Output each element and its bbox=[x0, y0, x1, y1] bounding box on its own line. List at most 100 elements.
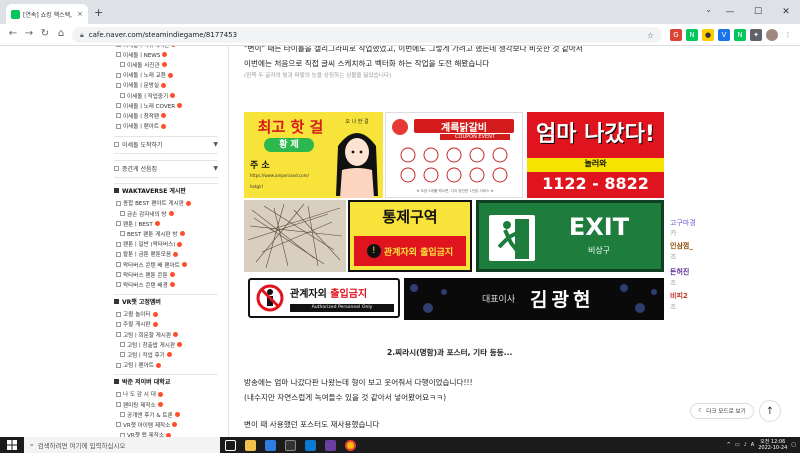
coupon-image[interactable]: 계륵닭갈비 COUPON EVENT ※ 도장 5개를 찍으면, 다지 맞인한 … bbox=[385, 112, 523, 198]
avatar[interactable] bbox=[766, 29, 778, 41]
clock[interactable]: 오전 12:06 2022-10-24 bbox=[758, 439, 787, 451]
extension-icon[interactable]: N bbox=[686, 29, 698, 41]
maximize-button[interactable]: ☐ bbox=[744, 0, 772, 24]
chat-user-name[interactable]: 조 bbox=[670, 278, 676, 288]
sidebar-menu-item[interactable]: 이세돌ㅣ팬아트 bbox=[116, 122, 216, 131]
new-badge-icon bbox=[167, 72, 173, 78]
sidebar-menu-item[interactable]: 왁타버스 팬툰 콘툰 bbox=[116, 270, 216, 279]
sidebar-menu-item[interactable]: 고텀ㅣ팬아트 bbox=[116, 361, 216, 370]
exit-sign[interactable]: EXIT 비상구 bbox=[476, 200, 664, 272]
tab-close-icon[interactable]: × bbox=[77, 10, 83, 18]
browser-tab-bar: [연속] 쇼킹 핵스렉, 타이틀 의자 ... × + ⌄ — ☐ ✕ bbox=[0, 0, 800, 24]
sidebar-menu-item[interactable]: 왁타버스 콘텐 배경 bbox=[116, 280, 216, 289]
sidebar-menu-item[interactable]: 왁타버스 콘텐 배 팬아트 bbox=[116, 260, 216, 269]
poster-title: 엄마 나갔다! bbox=[536, 122, 655, 147]
sidebar-menu-item[interactable]: 종합 BEST 팬아트 게시판 bbox=[116, 199, 216, 208]
reload-icon[interactable]: ↻ bbox=[38, 28, 52, 39]
windows-start-icon[interactable] bbox=[0, 437, 24, 453]
chat-user-name[interactable]: 인삼껌_ bbox=[670, 241, 693, 251]
chat-user-name[interactable]: 조 bbox=[670, 302, 676, 312]
scribble-image[interactable] bbox=[244, 200, 346, 272]
new-badge-icon bbox=[157, 391, 163, 397]
gear-icon bbox=[114, 166, 119, 172]
ime-icon[interactable]: A bbox=[751, 442, 754, 448]
file-explorer-icon[interactable] bbox=[240, 437, 260, 453]
tray-arrow-icon[interactable]: ^ bbox=[727, 442, 731, 448]
sidebar-menu-item[interactable]: BEST 팬툰 게시판 방 bbox=[120, 229, 220, 238]
bookmark-star-icon[interactable]: ☆ bbox=[647, 31, 654, 40]
sidebar-menu-item[interactable]: 이세돌ㅣ작업중기 bbox=[120, 91, 220, 100]
sidebar-menu-item[interactable]: VR챗 아이템 제작소 bbox=[116, 420, 216, 429]
vscode-icon[interactable] bbox=[300, 437, 320, 453]
puzzle-icon[interactable]: ✦ bbox=[750, 29, 762, 41]
sidebar-menu-item[interactable]: 이세돌ㅣ문방실 bbox=[116, 81, 216, 90]
sidebar-menu-item[interactable]: 이세돌ㅣ창작팬 bbox=[116, 111, 216, 120]
sidebar-menu-item[interactable]: 이세돌ㅣ노래 교환 bbox=[116, 71, 216, 80]
sidebar-menu-item[interactable]: 공개앤 후기 & 토론 bbox=[120, 410, 220, 419]
tab-search-icon[interactable]: ⌄ bbox=[705, 5, 712, 14]
sidebar-menu-item[interactable]: 고텀ㅣ작업 후기 bbox=[120, 350, 220, 359]
sidebar-menu-label: 고텀ㅣ팬아트 bbox=[123, 363, 154, 370]
app-icon[interactable] bbox=[280, 437, 300, 453]
home-icon[interactable]: ⌂ bbox=[54, 28, 68, 39]
sidebar-menu-item[interactable]: 고퀄 놀이터 bbox=[116, 310, 216, 319]
chat-user-name[interactable]: 조 bbox=[670, 252, 676, 262]
sidebar-menu-label: 왁타버스 콘텐 배경 bbox=[123, 282, 168, 289]
app-icon[interactable] bbox=[320, 437, 340, 453]
url-field[interactable]: 🔒︎ cafe.naver.com/steamindiegame/8177453… bbox=[72, 27, 662, 43]
scroll-top-button[interactable]: ↑ bbox=[759, 400, 781, 422]
section-bullet-icon bbox=[114, 378, 119, 384]
taskbar-search-placeholder: 검색하려면 여기에 입력하십시오 bbox=[37, 442, 126, 450]
dark-mode-button[interactable]: ☾ 다크 모드로 보기 bbox=[690, 403, 754, 419]
extension-icon[interactable]: N bbox=[734, 29, 746, 41]
sidebar-menu-item[interactable]: 팬미팅 제작소 bbox=[116, 400, 216, 409]
sidebar-menu-item[interactable]: 주펄 게시판 bbox=[116, 320, 216, 329]
sidebar-menu-item[interactable]: 고텀ㅣ창출밥 게시판 bbox=[120, 340, 220, 349]
forward-arrow-icon[interactable]: → bbox=[22, 28, 36, 39]
notification-icon[interactable]: ▢ bbox=[791, 442, 796, 448]
flyer-image-hot-girl[interactable]: 최고 핫 걸 황 제 오 나 한 걸 주 소 https://www.amper… bbox=[244, 112, 383, 198]
sidebar-menu-item[interactable]: 이세돌ㅣ노래 COVER bbox=[116, 101, 216, 110]
sidebar-fold-menu[interactable]: 증간게 선음집 ▼ bbox=[114, 159, 218, 178]
chat-user-name[interactable]: 돈허진 bbox=[670, 267, 689, 277]
sidebar-menu-item[interactable]: 이세돌ㅣNEWS bbox=[116, 50, 216, 59]
minimize-button[interactable]: — bbox=[716, 0, 744, 24]
sidebar-menu-item[interactable]: 나 도 감 시 대 bbox=[116, 390, 216, 399]
app-icon[interactable] bbox=[260, 437, 280, 453]
board-icon bbox=[120, 231, 125, 237]
task-view-icon[interactable] bbox=[220, 437, 240, 453]
volume-icon[interactable]: ♪ bbox=[744, 442, 747, 448]
chat-user-name[interactable]: 카 bbox=[670, 228, 676, 238]
sidebar-menu-item[interactable]: 이세돌ㅣ자유게시판 bbox=[116, 46, 216, 49]
new-badge-icon bbox=[181, 262, 187, 267]
board-icon bbox=[116, 221, 121, 227]
restricted-area-sign[interactable]: 통제구역 ! 관계자외 출입금지 bbox=[348, 200, 472, 272]
sidebar-menu-item[interactable]: 왈툰ㅣ금툰 팬툰모음 bbox=[116, 250, 216, 259]
sidebar-fold-menu[interactable]: 이세돌 도착하기 ▼ bbox=[114, 135, 218, 154]
back-arrow-icon[interactable]: ← bbox=[6, 28, 20, 39]
new-badge-icon bbox=[152, 321, 158, 327]
sidebar-menu-item[interactable]: 팬툰ㅣ일반 (왁타버스) bbox=[116, 240, 216, 249]
chrome-icon[interactable] bbox=[340, 437, 360, 453]
authorized-personnel-sign[interactable]: 관계자외 출입금지 Authorized Personnel Only bbox=[248, 278, 400, 318]
taskbar-search-field[interactable]: ⌕ 검색하려면 여기에 입력하십시오 bbox=[24, 437, 220, 453]
network-icon[interactable]: ▭ bbox=[735, 442, 740, 448]
image-caption: (왼쪽 두 글자의 빛과 파랗의 능을 상징하는 심볼을 닮았습니다) bbox=[244, 73, 392, 79]
poster-mom-went-out[interactable]: 엄마 나갔다! 놀러와 1122 - 8822 bbox=[527, 112, 664, 198]
sidebar-menu-item[interactable]: 고텀ㅣ회문할 게시판 bbox=[116, 330, 216, 339]
sidebar-menu-item[interactable]: 이세돌 사진관 bbox=[120, 60, 220, 69]
extension-icon[interactable]: V bbox=[718, 29, 730, 41]
close-window-button[interactable]: ✕ bbox=[772, 0, 800, 24]
new-tab-button[interactable]: + bbox=[94, 6, 103, 19]
browser-tab[interactable]: [연속] 쇼킹 핵스렉, 타이틀 의자 ... × bbox=[6, 4, 88, 24]
extension-icon[interactable]: ● bbox=[702, 29, 714, 41]
sidebar-menu-item[interactable]: 팬툰ㅣBEST bbox=[116, 219, 216, 228]
ceo-nameplate[interactable]: 대표이사 김광현 bbox=[404, 278, 664, 320]
board-icon bbox=[116, 113, 121, 119]
chat-user-name[interactable]: 비피2 bbox=[670, 291, 688, 301]
extension-icon[interactable]: G bbox=[670, 29, 682, 41]
menu-dots-icon[interactable]: ⋮ bbox=[782, 29, 794, 41]
sidebar-menu-item[interactable]: 금손 감자네의 방 bbox=[120, 209, 220, 218]
sidebar-menu-label: 왈툰ㅣ금툰 팬툰모음 bbox=[123, 252, 172, 259]
chat-user-name[interactable]: 고구마경 bbox=[670, 218, 696, 228]
